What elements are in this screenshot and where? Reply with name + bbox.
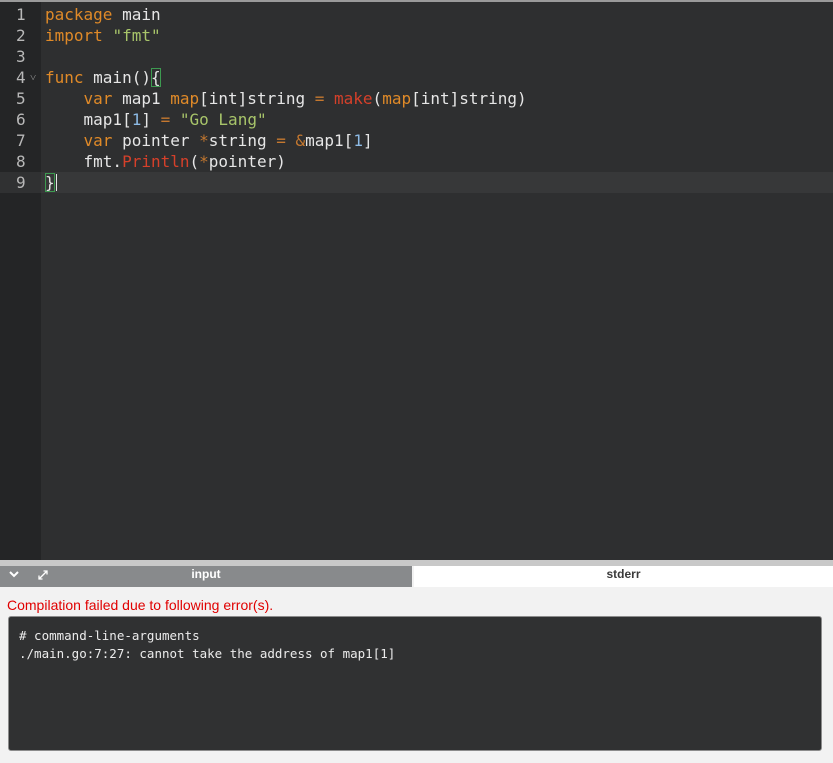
- code-token: fmt.: [45, 152, 123, 171]
- code-line[interactable]: 9}: [0, 172, 833, 193]
- code-text: package main: [45, 4, 161, 25]
- code-token: ]: [141, 110, 161, 129]
- console-line: ./main.go:7:27: cannot take the address …: [19, 646, 396, 661]
- io-tab-bar: input stderr: [0, 566, 833, 587]
- code-token: 1: [131, 110, 142, 129]
- code-token: [int]string: [199, 89, 315, 108]
- code-token: map1[: [305, 131, 354, 150]
- code-token: var: [83, 89, 113, 108]
- code-token: func: [45, 68, 84, 87]
- line-number: 3: [16, 47, 26, 66]
- code-text: func main(){: [45, 67, 161, 88]
- fold-toggle-icon[interactable]: ˅: [30, 67, 36, 88]
- code-line[interactable]: 5 var map1 map[int]string = make(map[int…: [0, 88, 833, 109]
- line-number: 6: [16, 110, 26, 129]
- code-line[interactable]: 1 package main: [0, 4, 833, 25]
- code-token: pointer: [112, 131, 200, 150]
- code-token: package: [45, 5, 113, 24]
- code-text: map1[1] = "Go Lang": [45, 109, 267, 130]
- compilation-error-message: Compilation failed due to following erro…: [7, 597, 274, 613]
- code-token: main: [112, 5, 161, 24]
- line-number: 8: [16, 152, 26, 171]
- tab-input[interactable]: input: [0, 566, 412, 587]
- code-token: string: [208, 131, 277, 150]
- code-token: *: [199, 152, 209, 171]
- code-token: make: [334, 89, 373, 108]
- code-line[interactable]: 4 ˅ func main(){: [0, 67, 833, 88]
- code-token: map1: [112, 89, 171, 108]
- output-panel: Compilation failed due to following erro…: [0, 587, 833, 763]
- code-token: {: [150, 68, 161, 87]
- code-token: map1[: [45, 110, 132, 129]
- line-number: 2: [16, 26, 26, 45]
- code-token: =: [276, 131, 286, 150]
- code-token: }: [45, 173, 55, 192]
- line-number: 5: [16, 89, 26, 108]
- chevron-down-icon[interactable]: [8, 568, 20, 584]
- code-token: "fmt": [112, 26, 161, 45]
- expand-arrows-icon[interactable]: [36, 568, 50, 586]
- code-editor[interactable]: 1 package main 2 import "fmt" 3 4 ˅ func main()…: [0, 0, 833, 560]
- code-text: import "fmt": [45, 25, 161, 46]
- code-text: }: [45, 172, 57, 193]
- code-line[interactable]: 6 map1[1] = "Go Lang": [0, 109, 833, 130]
- stderr-console: # command-line-arguments ./main.go:7:27:…: [8, 616, 822, 751]
- code-token: map: [170, 89, 200, 108]
- code-line[interactable]: 3: [0, 46, 833, 67]
- code-lines[interactable]: 1 package main 2 import "fmt" 3 4 ˅ func main()…: [0, 4, 833, 193]
- code-token: "Go Lang": [179, 110, 267, 129]
- code-token: map: [382, 89, 412, 108]
- console-line: # command-line-arguments: [19, 628, 200, 643]
- tab-stderr[interactable]: stderr: [414, 566, 833, 587]
- text-cursor: [55, 174, 57, 191]
- line-number: 9: [0, 172, 41, 193]
- code-token: [int]string): [411, 89, 527, 108]
- code-token: pointer): [208, 152, 286, 171]
- code-line[interactable]: 8 fmt.Println(*pointer): [0, 151, 833, 172]
- code-token: Println: [122, 152, 190, 171]
- code-line[interactable]: 7 var pointer *string = &map1[1]: [0, 130, 833, 151]
- code-text: var pointer *string = &map1[1]: [45, 130, 373, 151]
- code-token: (: [372, 89, 383, 108]
- code-text: var map1 map[int]string = make(map[int]s…: [45, 88, 527, 109]
- line-number: 7: [16, 131, 26, 150]
- code-token: (: [189, 152, 200, 171]
- line-number: 1: [16, 5, 26, 24]
- code-token: ]: [362, 131, 373, 150]
- code-token: var: [83, 131, 113, 150]
- code-text: fmt.Println(*pointer): [45, 151, 286, 172]
- code-token: *: [199, 131, 209, 150]
- code-token: =: [314, 89, 325, 108]
- code-line[interactable]: 2 import "fmt": [0, 25, 833, 46]
- code-token: import: [45, 26, 103, 45]
- code-token: =: [160, 110, 171, 129]
- code-token: main(): [83, 68, 151, 87]
- code-token: 1: [353, 131, 363, 150]
- code-token: &: [295, 131, 306, 150]
